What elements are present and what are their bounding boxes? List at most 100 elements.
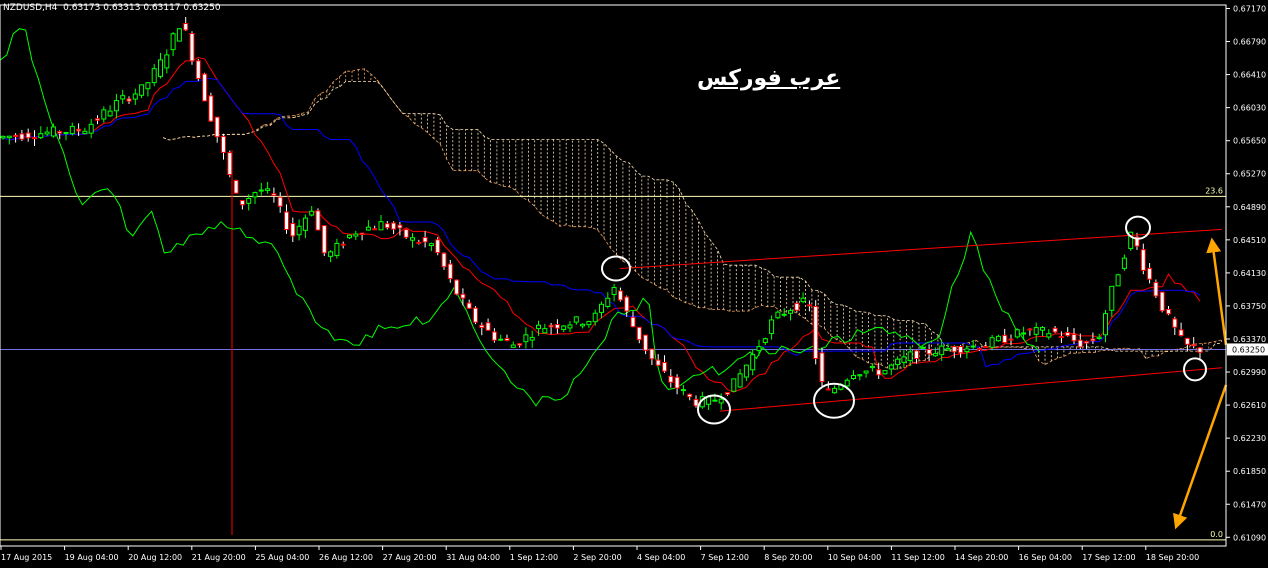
time-tick-label: 20 Aug 12:00: [128, 553, 182, 562]
highlight-circle: [697, 394, 731, 425]
candle-body: [0, 135, 6, 139]
candle-body: [643, 334, 649, 351]
candle-body: [926, 348, 932, 355]
candle-body: [202, 73, 208, 102]
candle-body: [945, 348, 951, 351]
candle-body: [397, 224, 403, 229]
candle-body: [95, 118, 100, 121]
candle-body: [630, 316, 636, 328]
price-tick-label: 0.66790: [1233, 38, 1266, 47]
price-tick-label: 0.64510: [1233, 236, 1266, 245]
candle-body: [592, 312, 598, 323]
candle-body: [252, 192, 258, 198]
price-tick-label: 0.64130: [1233, 269, 1266, 278]
candle-body: [863, 370, 869, 374]
candle-body: [1084, 340, 1090, 344]
candle-body: [1172, 318, 1178, 328]
candle-body: [145, 82, 151, 90]
plot-frame: [0, 4, 1227, 547]
candle-body: [504, 338, 510, 341]
candle-body: [662, 362, 667, 372]
time-tick-label: 17 Sep 12:00: [1082, 553, 1135, 562]
annotations: [601, 215, 1228, 530]
candle-body: [258, 189, 264, 192]
fib-level-label: 23.6: [1205, 186, 1223, 195]
candle-body: [126, 98, 132, 102]
candle-body: [1002, 334, 1008, 344]
symbol-label: NZDUSD,H4: [3, 3, 58, 13]
candle-body: [851, 374, 856, 379]
candle-body: [970, 345, 976, 348]
candle-body: [454, 279, 460, 295]
time-tick-label: 4 Sep 04:00: [637, 553, 685, 562]
candle-body: [233, 179, 239, 194]
candle-body: [82, 130, 88, 135]
candle-body: [743, 364, 749, 378]
candle-body: [888, 364, 894, 370]
candle-body: [1008, 338, 1014, 341]
candle-body: [995, 335, 1001, 342]
candle-body: [1027, 328, 1033, 331]
candle-body: [321, 225, 327, 254]
time-tick-label: 14 Sep 20:00: [955, 553, 1008, 562]
candle-body: [208, 95, 214, 122]
time-tick-label: 2 Sep 20:00: [573, 553, 621, 562]
candle-body: [750, 354, 756, 371]
candle-body: [227, 152, 233, 176]
candle-body: [655, 359, 661, 366]
candle-body: [624, 296, 630, 312]
candle-body: [529, 336, 535, 341]
candle-body: [422, 236, 428, 243]
candle-body: [359, 232, 365, 236]
candle-body: [57, 131, 63, 134]
candle-body: [428, 243, 434, 247]
candle-body: [183, 23, 189, 31]
candle-body: [195, 60, 201, 80]
price-tick-label: 0.65650: [1233, 137, 1266, 146]
candle-body: [176, 28, 182, 42]
tenkan-sen-line: [2, 56, 1201, 393]
price-axis: 0.67170 0.66790 0.66410 0.66030 0.65650 0.652…: [0, 4, 1268, 547]
kijun-sen-line: [2, 78, 1201, 368]
time-axis: 17 Aug 2015 19 Aug 04:00 20 Aug 12:00 21 Au…: [0, 546, 1199, 562]
candle-body: [13, 134, 19, 137]
candle-body: [554, 324, 560, 329]
candle-body: [1058, 335, 1064, 339]
candle-body: [800, 297, 806, 303]
up-arrow: [1206, 237, 1228, 346]
candle-body: [573, 316, 579, 323]
candle-body: [1197, 347, 1203, 353]
candle-body: [1033, 327, 1039, 335]
candle-body: [309, 210, 315, 216]
candle-body: [693, 398, 699, 407]
candle-body: [1115, 274, 1121, 287]
candle-body: [6, 135, 12, 139]
candle-body: [460, 293, 466, 299]
candle-body: [775, 311, 781, 319]
candle-body: [586, 320, 592, 326]
ohlc-label: 0.63173 0.63313 0.63117 0.63250: [63, 3, 221, 13]
candle-body: [561, 325, 567, 331]
candle-body: [580, 323, 586, 327]
candle-body: [32, 137, 37, 140]
price-chart[interactable]: 23.6 0.0 0.67170 0.66790 0.66410 0.66030 0.65…: [0, 0, 1268, 568]
candle-body: [1046, 333, 1052, 338]
candle-body: [939, 345, 945, 356]
candle-body: [907, 351, 913, 362]
candle-body: [1153, 281, 1159, 297]
candle-body: [246, 198, 252, 204]
candle-body: [617, 290, 623, 301]
price-tick-label: 0.62230: [1233, 434, 1266, 443]
candle-body: [1191, 343, 1197, 347]
candle-body: [806, 304, 812, 307]
candle-body: [1096, 336, 1102, 339]
time-tick-label: 25 Aug 04:00: [255, 553, 309, 562]
price-tick-label: 0.63750: [1233, 302, 1266, 311]
candle-body: [113, 100, 119, 112]
lower-trendline: [719, 367, 1223, 412]
candle-body: [781, 313, 787, 316]
candlesticks: [0, 16, 1203, 410]
candle-body: [517, 343, 523, 346]
candle-body: [107, 110, 113, 117]
candle-body: [101, 109, 107, 120]
